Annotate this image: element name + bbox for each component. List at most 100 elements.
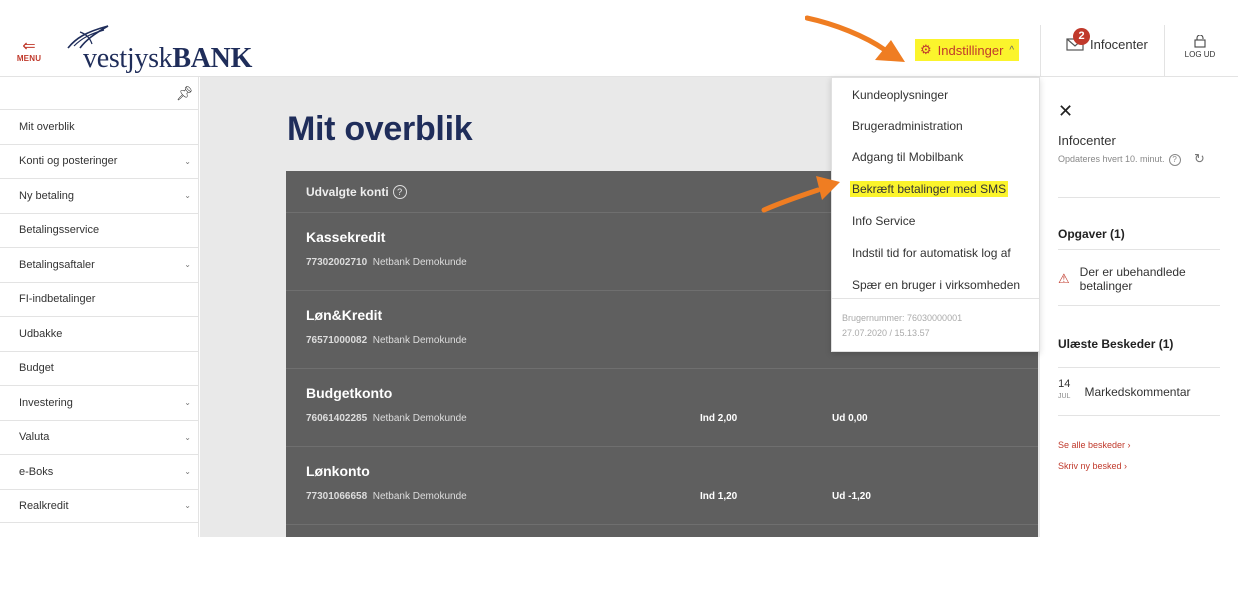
sidebar-item-label: Udbakke <box>19 327 63 340</box>
message-date: 14 JUL <box>1058 379 1070 402</box>
account-number-value: 76061402285 <box>306 413 368 424</box>
infocenter-panel: ✕ Infocenter Opdateres hvert 10. minut.?… <box>1040 77 1238 537</box>
menu-item-info-service[interactable]: Info Service <box>852 214 915 228</box>
menu-button[interactable]: ⇐ MENU <box>14 38 44 64</box>
divider <box>1058 415 1220 416</box>
sidebar-item-label: Betalingsaftaler <box>19 258 95 271</box>
gear-icon: ⚙ <box>920 42 932 57</box>
menu-item-kundeoplysninger[interactable]: Kundeoplysninger <box>852 88 948 102</box>
sidebar-item-valuta[interactable]: Valuta ⌄ <box>0 419 199 455</box>
sidebar-item-label: Konti og posteringer <box>19 155 118 168</box>
messages-heading: Ulæste Beskeder (1) <box>1058 337 1174 351</box>
menu-item-block-user[interactable]: Spær en bruger i virksomheden <box>852 278 1020 292</box>
sidebar-item-realkredit[interactable]: Realkredit ⌄ <box>0 488 199 523</box>
message-item[interactable]: 14 JUL Markedskommentar <box>1058 379 1190 402</box>
caret-up-icon: ^ <box>1009 44 1015 56</box>
divider <box>1164 25 1165 77</box>
sidebar-nav: Mit overblik Konti og posteringer ⌄ Ny be… <box>0 109 199 523</box>
help-icon[interactable]: ? <box>392 184 407 199</box>
sidebar-item-label: Betalingsservice <box>19 224 100 237</box>
account-number: 77302002710 Netbank Demokunde <box>306 257 467 268</box>
account-owner: Netbank Demokunde <box>372 335 467 346</box>
account-owner: Netbank Demokunde <box>372 491 467 502</box>
account-owner: Netbank Demokunde <box>372 257 467 268</box>
sidebar-item-konti[interactable]: Konti og posteringer ⌄ <box>0 143 199 179</box>
divider <box>1058 249 1220 250</box>
sidebar-item-fi-indbetalinger[interactable]: FI-indbetalinger <box>0 281 199 317</box>
menu-item-brugeradministration[interactable]: Brugeradministration <box>852 119 963 133</box>
divider <box>1058 367 1220 368</box>
settings-button[interactable]: ⚙ Indstillinger ^ <box>915 39 1020 61</box>
menu-label: MENU <box>16 54 42 63</box>
page-title: Mit overblik <box>287 110 473 148</box>
logout-label: LOG UD <box>1184 50 1216 59</box>
sidebar-item-mit-overblik[interactable]: Mit overblik <box>0 109 199 144</box>
refresh-icon[interactable]: ↻ <box>1194 151 1205 167</box>
annotation-arrow-icon <box>761 176 840 213</box>
pin-icon[interactable]: 📌︎ <box>176 85 194 102</box>
settings-dropdown: Kundeoplysninger Brugeradministration Ad… <box>831 77 1040 352</box>
account-name: Lønkonto <box>306 463 370 479</box>
account-name: Løn&Kredit <box>306 307 383 323</box>
logo-text: vestjyskBANK <box>83 43 252 75</box>
account-owner: Netbank Demokunde <box>372 413 467 424</box>
account-out-amount: Ud 0,00 <box>832 413 868 424</box>
tasks-heading: Opgaver (1) <box>1058 227 1125 241</box>
infocenter-title: Infocenter <box>1058 133 1116 148</box>
account-out-amount: Ud -1,20 <box>832 491 871 502</box>
settings-label: Indstillinger <box>937 42 1004 58</box>
message-text: Markedskommentar <box>1084 385 1191 399</box>
sidebar-item-budget[interactable]: Budget <box>0 350 199 386</box>
account-name: Kassekredit <box>306 229 386 245</box>
user-number: Brugernummer: 76030000001 <box>842 313 963 323</box>
sidebar-item-label: e-Boks <box>19 465 54 478</box>
sidebar-item-investering[interactable]: Investering ⌄ <box>0 385 199 420</box>
sidebar-item-e-boks[interactable]: e-Boks ⌄ <box>0 454 199 489</box>
lock-icon <box>1194 35 1206 48</box>
divider <box>832 298 1039 299</box>
notification-badge: 2 <box>1073 28 1090 45</box>
see-all-messages-link[interactable]: Se alle beskeder › <box>1058 440 1131 450</box>
close-icon[interactable]: ✕ <box>1058 101 1073 122</box>
account-row[interactable]: Budgetkonto 76061402285 Netbank Demokund… <box>286 369 1038 447</box>
infocenter-label: Infocenter <box>1090 36 1148 52</box>
sidebar-item-udbakke[interactable]: Udbakke <box>0 316 199 351</box>
sidebar-item-label: Ny betaling <box>19 189 75 202</box>
write-new-message-link[interactable]: Skriv ny besked › <box>1058 461 1127 471</box>
sidebar-item-betalingsservice[interactable]: Betalingsservice <box>0 212 199 248</box>
top-bar: ⇐ MENU vestjyskBANK ⚙ Indstillinger ^ 2 … <box>0 0 1238 77</box>
task-text: Der er ubehandlede betalinger <box>1079 265 1186 293</box>
infocenter-subtitle-text: Opdateres hvert 10. minut. <box>1058 154 1165 164</box>
mail-icon: 2 <box>1066 28 1090 52</box>
menu-arrow-icon: ⇐ <box>22 38 36 55</box>
logout-button[interactable]: LOG UD <box>1180 35 1220 59</box>
sidebar: 📌︎ Mit overblik Konti og posteringer ⌄ Ny… <box>0 77 199 537</box>
warning-icon: ⚠ <box>1058 271 1070 286</box>
account-number-value: 77301066658 <box>306 491 368 502</box>
menu-item-mobilbank[interactable]: Adgang til Mobilbank <box>852 150 963 164</box>
task-item[interactable]: ⚠ Der er ubehandlede betalinger <box>1058 265 1220 293</box>
logo-text-light: vestjysk <box>83 43 173 74</box>
infocenter-button[interactable]: 2 Infocenter <box>1066 28 1148 52</box>
account-in-amount: Ind 2,00 <box>700 413 738 424</box>
sidebar-item-betalingsaftaler[interactable]: Betalingsaftaler ⌄ <box>0 247 199 282</box>
menu-item-auto-logout[interactable]: Indstil tid for automatisk log af <box>852 246 1011 260</box>
sidebar-item-label: Investering <box>19 396 73 409</box>
chevron-down-icon: ⌄ <box>184 191 191 201</box>
chevron-down-icon: ⌄ <box>184 432 191 442</box>
help-icon[interactable]: ? <box>1168 154 1181 166</box>
account-in-amount: Ind 1,20 <box>700 491 738 502</box>
sidebar-item-label: Valuta <box>19 431 50 444</box>
account-number-value: 77302002710 <box>306 257 368 268</box>
sidebar-item-label: Budget <box>19 362 54 375</box>
account-number-value: 76571000082 <box>306 335 368 346</box>
sidebar-item-ny-betaling[interactable]: Ny betaling ⌄ <box>0 178 199 213</box>
divider <box>1058 305 1220 306</box>
chevron-down-icon: ⌄ <box>184 467 191 477</box>
chevron-down-icon: ⌄ <box>184 260 191 270</box>
account-number: 77301066658 Netbank Demokunde <box>306 491 467 502</box>
account-row[interactable]: Lønkonto 77301066658 Netbank Demokunde I… <box>286 447 1038 525</box>
menu-item-sms-confirm[interactable]: Bekræft betalinger med SMS <box>850 181 1009 197</box>
account-number: 76061402285 Netbank Demokunde <box>306 413 467 424</box>
chevron-down-icon: ⌄ <box>184 398 191 408</box>
